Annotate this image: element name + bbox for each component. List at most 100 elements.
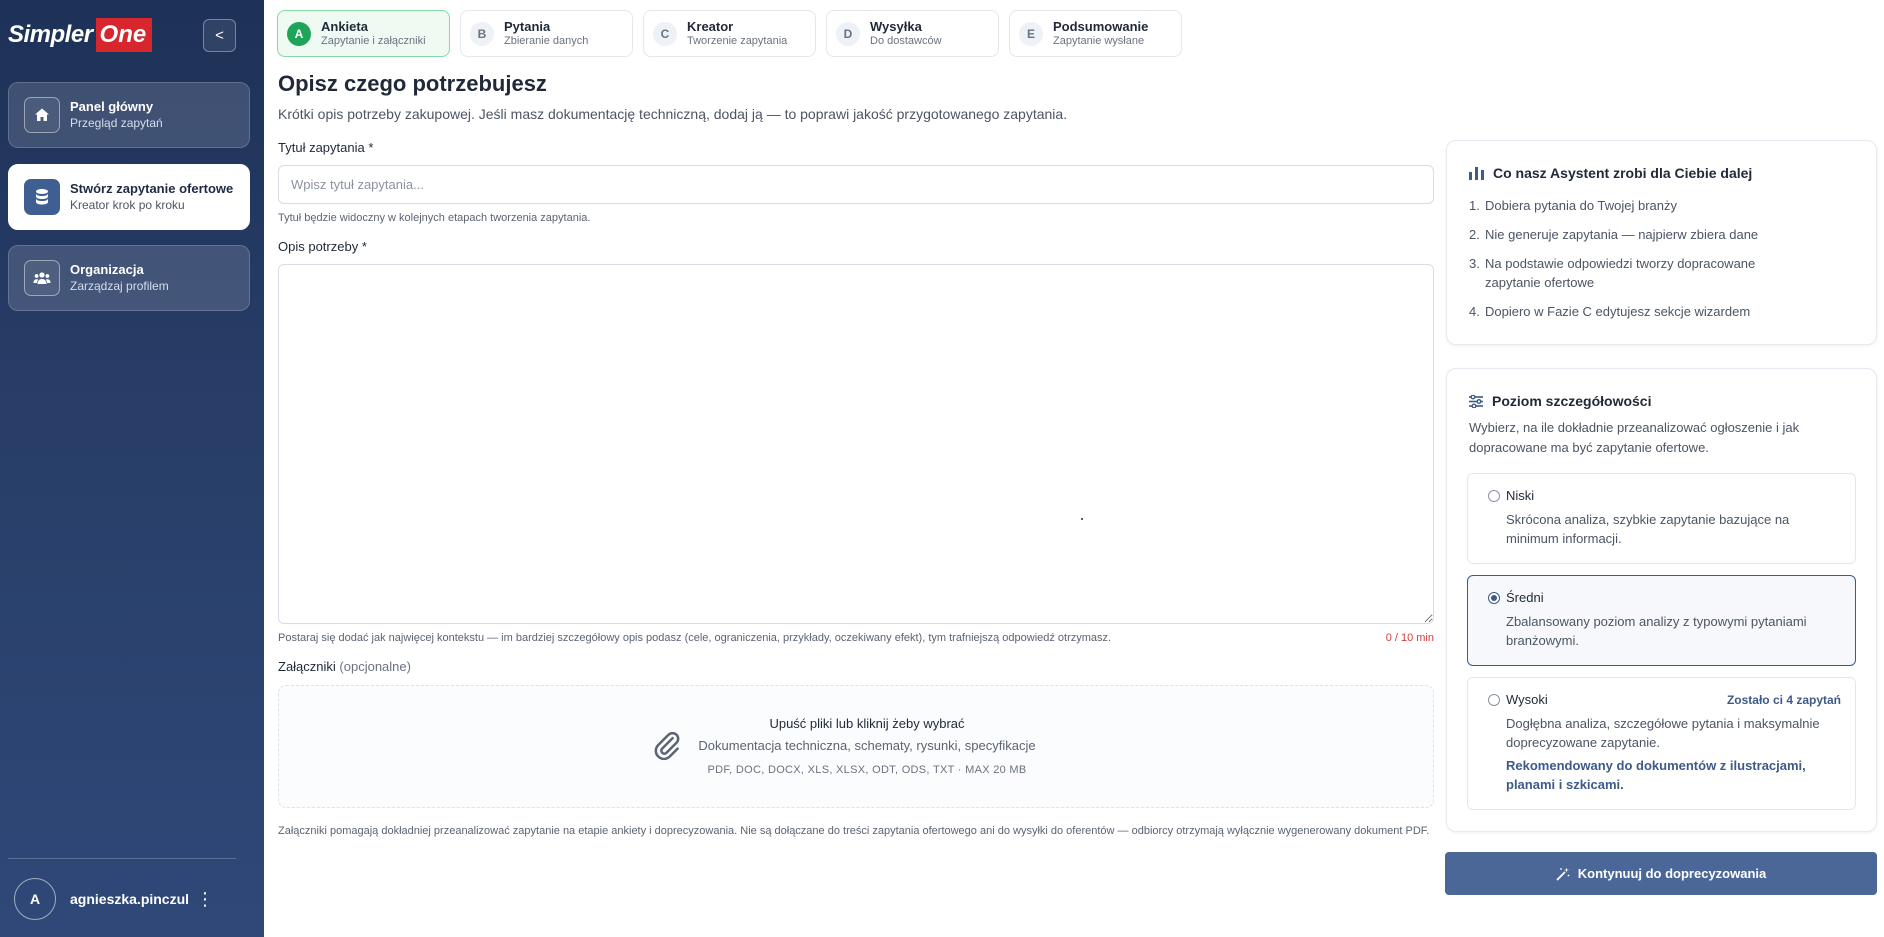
step-badge: B: [470, 21, 494, 46]
list-item: 2. Nie generuje zapytania — najpierw zbie…: [1469, 225, 1859, 244]
sliders-icon: [1469, 394, 1483, 408]
sidebar-item-subtitle: Kreator krok po kroku: [70, 198, 185, 212]
assistant-card: Co nasz Asystent zrobi dla Ciebie dalej …: [1446, 140, 1877, 345]
sidebar-item-subtitle: Zarządzaj profilem: [70, 279, 169, 293]
logo[interactable]: Simpler One: [8, 18, 153, 52]
option-title: Wysoki: [1506, 692, 1548, 707]
list-item: 1. Dobiera pytania do Twojej branży: [1469, 196, 1859, 215]
step-badge: A: [287, 21, 311, 46]
option-description: Skrócona analiza, szybkie zapytanie bazu…: [1506, 512, 1790, 546]
step-title: Pytania: [504, 19, 551, 34]
step-e[interactable]: E Podsumowanie Zapytanie wysłane: [1009, 10, 1182, 57]
list-item-text: Nie generuje zapytania — najpierw zbiera…: [1485, 227, 1759, 242]
home-icon: [24, 97, 60, 133]
assistant-steps-list: 1. Dobiera pytania do Twojej branży 2. Nie…: [1469, 196, 1859, 331]
list-item-text: Dopiero w Fazie C edytujesz sekcje wizar…: [1485, 304, 1751, 319]
logo-badge: One: [95, 18, 153, 52]
list-item-number: 1.: [1469, 198, 1480, 213]
need-field-hint: Postaraj się dodać jak najwięcej konteks…: [278, 632, 1112, 644]
attachments-dropzone[interactable]: Upuść pliki lub kliknij żeby wybrać Doku…: [278, 685, 1434, 808]
sidebar-item-subtitle: Przegląd zapytań: [70, 116, 163, 130]
step-b[interactable]: B Pytania Zbieranie danych: [460, 10, 633, 57]
detail-option-low[interactable]: Niski Skrócona analiza, szybkie zapytani…: [1467, 473, 1856, 564]
need-field-label: Opis potrzeby *: [278, 239, 367, 254]
user-profile: A agnieszka.pinczuk@ ⋮: [14, 877, 242, 921]
detail-option-medium[interactable]: Średni Zbalansowany poziom analizy z typ…: [1467, 575, 1856, 666]
need-description-textarea[interactable]: [278, 264, 1434, 624]
remaining-requests-badge: Zostało ci 4 zapytań: [1726, 693, 1841, 707]
radio-high[interactable]: [1488, 694, 1500, 706]
step-title: Kreator: [687, 19, 734, 34]
sidebar-item-title: Organizacja: [70, 262, 144, 277]
sidebar-item-dashboard[interactable]: Panel główny Przegląd zapytań: [8, 82, 250, 148]
step-subtitle: Zapytanie i załączniki: [321, 35, 426, 47]
option-description: Zbalansowany poziom analizy z typowymi p…: [1506, 614, 1807, 648]
attachments-optional-text: (opcjonalne): [339, 659, 411, 674]
page-title: Opisz czego potrzebujesz: [278, 71, 547, 96]
dropzone-title: Upuść pliki lub kliknij żeby wybrać: [769, 716, 965, 731]
user-name: agnieszka.pinczuk@: [70, 891, 188, 907]
step-c[interactable]: C Kreator Tworzenie zapytania: [643, 10, 816, 57]
list-item: 3. Na podstawie odpowiedzi tworzy dopraco…: [1469, 254, 1859, 292]
detail-level-description: Wybierz, na ile dokładnie przeanalizować…: [1469, 420, 1800, 455]
radio-low[interactable]: [1488, 490, 1500, 502]
list-item-number: 2.: [1469, 227, 1480, 242]
attachments-label-text: Załączniki: [278, 659, 336, 674]
sidebar: Simpler One < Panel główny Przegląd zapy…: [0, 0, 264, 937]
sidebar-divider: [8, 858, 236, 859]
step-subtitle: Zapytanie wysłane: [1053, 35, 1145, 47]
sidebar-item-title: Stwórz zapytanie ofertowe: [70, 181, 234, 196]
step-subtitle: Tworzenie zapytania: [687, 35, 788, 47]
sidebar-item-organization[interactable]: Organizacja Zarządzaj profilem: [8, 245, 250, 311]
collapse-sidebar-button[interactable]: <: [203, 19, 236, 52]
database-icon: [24, 179, 60, 215]
list-item-number: 3.: [1469, 256, 1480, 271]
step-subtitle: Do dostawców: [870, 35, 942, 47]
avatar[interactable]: A: [14, 878, 56, 920]
option-description: Dogłębna analiza, szczegółowe pytania i …: [1506, 716, 1820, 750]
option-recommendation: Rekomendowany do dokumentów z ilustracja…: [1506, 758, 1806, 792]
assistant-card-title: Co nasz Asystent zrobi dla Ciebie dalej: [1469, 165, 1752, 181]
list-item-number: 4.: [1469, 304, 1480, 319]
bar-chart-icon: [1469, 167, 1484, 180]
option-title: Niski: [1506, 488, 1535, 503]
option-title: Średni: [1506, 590, 1544, 605]
page-description: Krótki opis potrzeby zakupowej. Jeśli ma…: [278, 106, 1068, 122]
users-icon: [24, 260, 60, 296]
list-item-text: Na podstawie odpowiedzi tworzy dopracowa…: [1485, 256, 1756, 290]
dropzone-subtitle: Dokumentacja techniczna, schematy, rysun…: [698, 738, 1036, 753]
detail-level-title: Poziom szczegółowości: [1469, 393, 1651, 409]
request-title-input[interactable]: [278, 165, 1434, 204]
step-d[interactable]: D Wysyłka Do dostawców: [826, 10, 999, 57]
continue-button[interactable]: Kontynuuj do doprecyzowania: [1445, 852, 1877, 895]
title-field-label: Tytuł zapytania *: [278, 140, 374, 155]
list-item-text: Dobiera pytania do Twojej branży: [1485, 198, 1677, 213]
user-menu-button[interactable]: ⋮: [196, 890, 214, 908]
step-title: Wysyłka: [870, 19, 922, 34]
step-badge: D: [836, 21, 860, 46]
step-title: Ankieta: [321, 19, 368, 34]
character-counter: 0 / 10 min: [1385, 632, 1434, 644]
detail-option-high[interactable]: Wysoki Zostało ci 4 zapytań Dogłębna ana…: [1467, 677, 1856, 810]
attachments-label: Załączniki (opcjonalne): [278, 659, 411, 674]
continue-button-label: Kontynuuj do doprecyzowania: [1577, 866, 1767, 881]
assistant-card-title-text: Co nasz Asystent zrobi dla Ciebie dalej: [1493, 165, 1753, 181]
step-a[interactable]: A Ankieta Zapytanie i załączniki: [277, 10, 450, 57]
title-field-hint: Tytuł będzie widoczny w kolejnych etapac…: [278, 212, 591, 224]
magic-wand-icon: [1556, 867, 1570, 880]
list-item: 4. Dopiero w Fazie C edytujesz sekcje wiz…: [1469, 302, 1859, 321]
detail-level-card: Poziom szczegółowości Wybierz, na ile do…: [1446, 368, 1877, 832]
step-subtitle: Zbieranie danych: [504, 35, 589, 47]
sidebar-item-title: Panel główny: [70, 99, 154, 114]
radio-medium[interactable]: [1488, 592, 1500, 604]
logo-text: Simpler: [8, 21, 93, 48]
step-badge: C: [653, 21, 677, 46]
attachments-footnote: Załączniki pomagają dokładniej przeanali…: [278, 825, 1430, 837]
detail-level-title-text: Poziom szczegółowości: [1492, 393, 1652, 409]
step-title: Podsumowanie: [1053, 19, 1149, 34]
step-badge: E: [1019, 21, 1043, 46]
sidebar-item-create-request[interactable]: Stwórz zapytanie ofertowe Kreator krok p…: [8, 164, 250, 230]
mouse-cursor: [1081, 518, 1083, 520]
dropzone-formats: PDF, DOC, DOCX, XLS, XLSX, ODT, ODS, TXT…: [707, 764, 1027, 776]
wizard-steps: A Ankieta Zapytanie i załączniki B Pytan…: [277, 10, 1182, 57]
